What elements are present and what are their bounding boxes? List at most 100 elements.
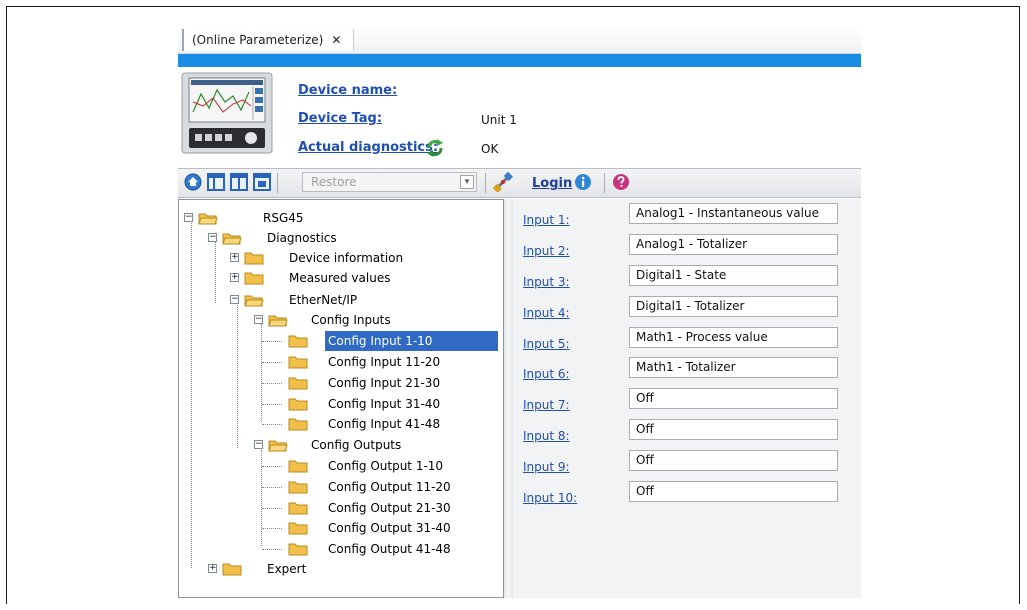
tree-label: EtherNet/IP	[289, 293, 358, 307]
input-10-value-field[interactable]: Off	[629, 481, 838, 502]
input-4-label[interactable]: Input 4:	[523, 306, 570, 320]
tree-label: Measured values	[289, 271, 391, 285]
close-icon[interactable]: ✕	[331, 33, 341, 47]
input-4-value-field[interactable]: Digital1 - Totalizer	[629, 296, 838, 317]
folder-icon	[288, 460, 308, 473]
tree-connector	[262, 549, 282, 550]
tree-label: Config Outputs	[311, 438, 402, 452]
tree-label: Expert	[267, 562, 307, 576]
folder-open-icon	[244, 295, 264, 307]
folder-icon	[288, 398, 308, 411]
input-3-value-field[interactable]: Digital1 - State	[629, 265, 838, 286]
folder-open-icon	[268, 315, 288, 327]
tree-label: Config Input 11-20	[328, 355, 441, 369]
device-tag-label[interactable]: Device Tag:	[298, 111, 382, 126]
help-icon[interactable]	[612, 173, 630, 191]
login-link[interactable]: Login	[532, 176, 572, 191]
tree-connector	[262, 404, 282, 405]
tree-connector	[262, 341, 282, 342]
accent-bar	[178, 54, 861, 67]
tree-label: Diagnostics	[267, 231, 337, 245]
info-icon[interactable]	[574, 173, 592, 191]
connect-icon[interactable]	[493, 172, 513, 192]
diagnostics-status: OK	[481, 142, 499, 156]
tree-label: Device information	[289, 251, 404, 265]
input-2-label[interactable]: Input 2:	[523, 244, 570, 258]
collapse-icon[interactable]: −	[208, 233, 217, 242]
restore-dropdown[interactable]: Restore ▾	[302, 172, 477, 192]
toolbar-separator	[485, 173, 486, 193]
collapse-icon[interactable]: −	[230, 295, 239, 304]
folder-icon	[288, 481, 308, 494]
tree-connector	[262, 508, 282, 509]
tree-connector	[262, 487, 282, 488]
tree-connector	[262, 528, 282, 529]
tree-label: Config Input 41-48	[328, 417, 441, 431]
input-8-label[interactable]: Input 8:	[523, 429, 570, 443]
tree-connector	[262, 362, 282, 363]
input-10-label[interactable]: Input 10:	[523, 491, 577, 505]
input-1-value-field[interactable]: Analog1 - Instantaneous value	[629, 203, 838, 224]
tab-online-parameterize[interactable]: (Online Parameterize) ✕	[182, 29, 354, 51]
folder-open-icon	[198, 213, 218, 225]
input-9-label[interactable]: Input 9:	[523, 460, 570, 474]
input-1-label[interactable]: Input 1:	[523, 213, 570, 227]
tree-connector	[261, 324, 262, 422]
folder-open-icon	[268, 440, 288, 452]
collapse-icon[interactable]: −	[184, 213, 193, 222]
folder-icon	[222, 563, 242, 576]
input-8-value-field[interactable]: Off	[629, 419, 838, 440]
refresh-icon[interactable]	[425, 138, 445, 158]
folder-icon	[288, 356, 308, 369]
folder-icon	[288, 522, 308, 535]
tree-label: Config Output 21-30	[328, 501, 451, 515]
input-7-value-field[interactable]: Off	[629, 388, 838, 409]
tab-strip: (Online Parameterize) ✕	[178, 27, 861, 54]
tree-label: Config Output 41-48	[328, 542, 451, 556]
tree-label: Config Input 21-30	[328, 376, 441, 390]
tab-title: (Online Parameterize)	[192, 33, 324, 47]
dropdown-arrow-icon[interactable]: ▾	[460, 175, 474, 189]
restore-placeholder: Restore	[311, 175, 357, 189]
layout-view-1-icon[interactable]	[207, 173, 225, 191]
input-5-value-field[interactable]: Math1 - Process value	[629, 327, 838, 348]
folder-icon	[288, 543, 308, 556]
tree-connector	[261, 450, 262, 546]
collapse-icon[interactable]: −	[254, 315, 263, 324]
tree-label: Config Input 1-10	[325, 331, 498, 351]
input-3-label[interactable]: Input 3:	[523, 275, 570, 289]
tree-connector	[215, 241, 216, 303]
tree-connector	[262, 383, 282, 384]
input-5-label[interactable]: Input 5:	[523, 337, 570, 351]
collapse-icon[interactable]: −	[254, 440, 263, 449]
layout-view-3-icon[interactable]	[253, 173, 271, 191]
expand-icon[interactable]: +	[230, 273, 239, 282]
folder-icon	[288, 335, 308, 348]
toolbar-separator	[604, 173, 605, 193]
home-icon[interactable]	[184, 173, 202, 191]
input-9-value-field[interactable]: Off	[629, 450, 838, 471]
layout-view-2-icon[interactable]	[230, 173, 248, 191]
folder-icon	[288, 377, 308, 390]
tree-label: Config Inputs	[311, 313, 391, 327]
input-7-label[interactable]: Input 7:	[523, 398, 570, 412]
device-name-label[interactable]: Device name:	[298, 83, 397, 98]
tree-label: Config Output 31-40	[328, 521, 451, 535]
input-6-label[interactable]: Input 6:	[523, 367, 570, 381]
input-2-value-field[interactable]: Analog1 - Totalizer	[629, 234, 838, 255]
tree-connector	[262, 424, 282, 425]
input-6-value-field[interactable]: Math1 - Totalizer	[629, 357, 838, 378]
tree-connector	[262, 466, 282, 467]
actual-diagnostics-label[interactable]: Actual diagnostics:	[298, 140, 438, 155]
tree-label: RSG45	[263, 211, 304, 225]
panel-splitter[interactable]	[504, 199, 513, 598]
tree-label: Config Output 11-20	[328, 480, 451, 494]
tree-label: Config Input 31-40	[328, 397, 441, 411]
expand-icon[interactable]: +	[208, 564, 217, 573]
folder-open-icon	[222, 233, 242, 245]
folder-icon	[244, 252, 264, 265]
device-image	[181, 72, 273, 154]
toolbar	[178, 168, 861, 198]
expand-icon[interactable]: +	[230, 253, 239, 262]
device-tag-value: Unit 1	[481, 113, 517, 127]
